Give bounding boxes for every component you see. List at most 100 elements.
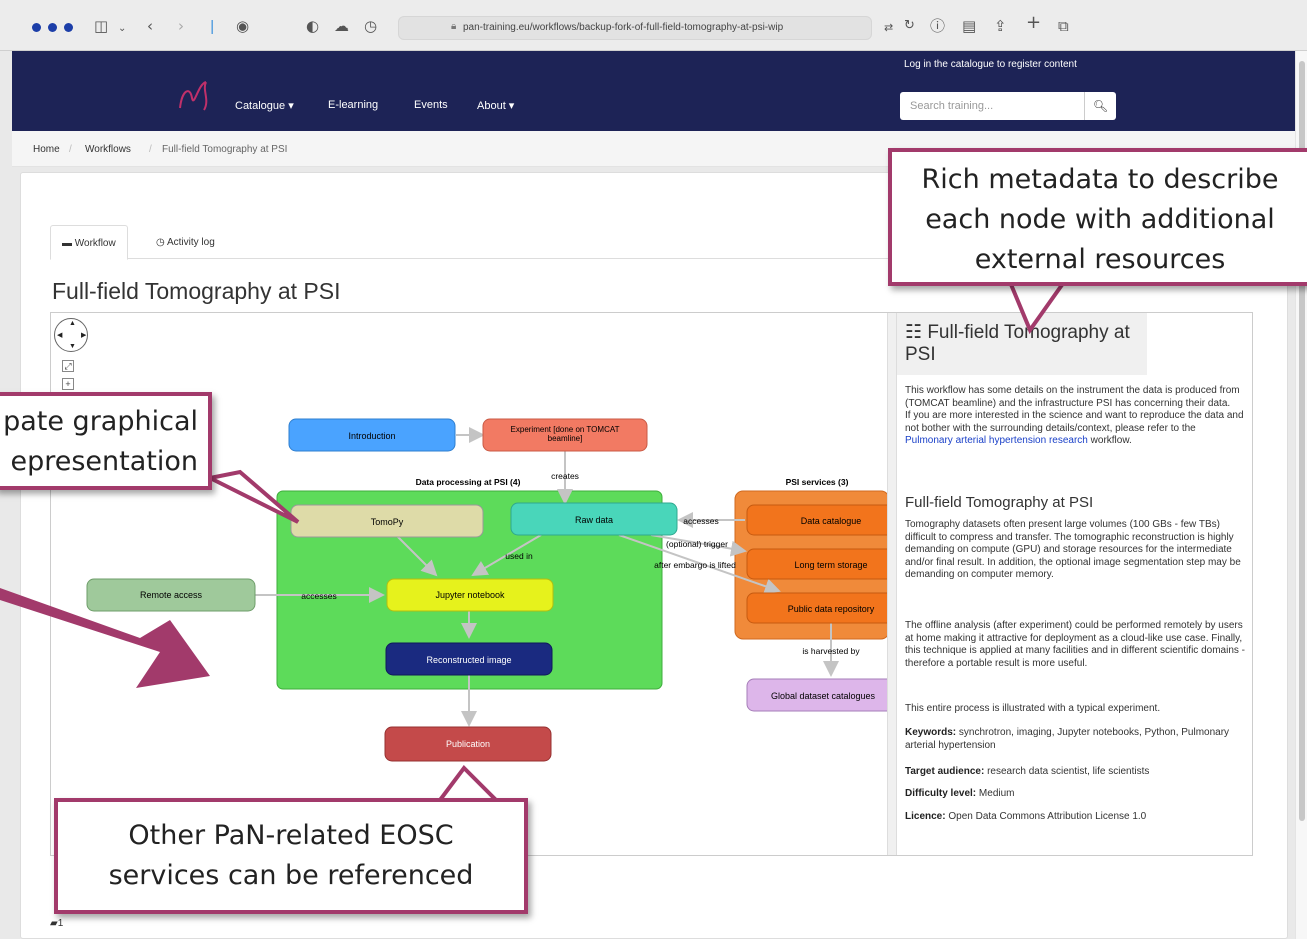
site-logo[interactable]: [176, 78, 216, 112]
difficulty-label: Difficulty level:: [905, 788, 977, 799]
tab-activity-log[interactable]: ◷ Activity log: [145, 225, 226, 260]
info-icon[interactable]: ⓘ: [930, 16, 945, 36]
keywords-label: Keywords:: [905, 727, 957, 738]
clock-icon: ◷: [156, 237, 165, 248]
audience-label: Target audience:: [905, 766, 985, 777]
back-icon[interactable]: ‹: [147, 16, 153, 36]
node-public-repo-label: Public data repository: [788, 604, 875, 614]
callout-metadata: Rich metadata to describe each node with…: [888, 148, 1307, 286]
info-subtitle: Full-field Tomography at PSI: [905, 494, 1094, 511]
url-text: pan-training.eu/workflows/backup-fork-of…: [463, 22, 784, 33]
address-bar[interactable]: 🔒︎ pan-training.eu/workflows/backup-fork…: [398, 16, 872, 40]
forward-icon[interactable]: ›: [178, 16, 184, 36]
callout-services: Other PaN-related EOSC services can be r…: [54, 798, 528, 914]
callout-graphical-line2: epresentation: [10, 446, 198, 477]
info-licence: Licence: Open Data Commons Attribution L…: [905, 811, 1245, 824]
translate-icon[interactable]: ⇄: [884, 18, 893, 38]
bottom-count: 1: [57, 918, 64, 929]
browser-toolbar: ◫ ⌄ ‹ › ǀ ◉ ◐ ☁ ◷ 🔒︎ pan-training.eu/wor…: [0, 0, 1307, 51]
extension-icon[interactable]: ǀ: [210, 16, 214, 36]
breadcrumb-separator: /: [69, 144, 72, 155]
breadcrumb-separator: /: [149, 144, 152, 155]
breadcrumb-workflows[interactable]: Workflows: [85, 144, 131, 155]
history-icon[interactable]: ◷: [364, 16, 377, 36]
nav-events[interactable]: Events: [414, 99, 448, 111]
breadcrumb-home[interactable]: Home: [33, 144, 60, 155]
licence-value: Open Data Commons Attribution License 1.…: [948, 811, 1147, 822]
info-para-3: This entire process is illustrated with …: [905, 703, 1161, 714]
shield-icon[interactable]: ◐: [306, 16, 319, 36]
minimize-window-button[interactable]: [48, 23, 57, 32]
folder-icon: ▬: [62, 238, 72, 249]
tabs-overview-icon[interactable]: ⧉: [1058, 16, 1069, 36]
node-long-term-storage-label: Long term storage: [794, 560, 867, 570]
group-label-processing: Data processing at PSI (4): [416, 477, 521, 487]
node-introduction-label: Introduction: [348, 431, 395, 441]
info-title-text: Full-field Tomography at PSI: [905, 322, 1130, 365]
callout-graphical-line1: pate graphical: [3, 406, 198, 437]
node-global-catalogues-label: Global dataset catalogues: [771, 691, 876, 701]
pan-left-icon[interactable]: ◀: [57, 331, 62, 339]
pan-right-icon[interactable]: ▶: [81, 331, 86, 339]
edge-label-harvested: is harvested by: [802, 646, 860, 656]
zoom-in-icon[interactable]: +: [62, 378, 74, 390]
node-remote-access-label: Remote access: [140, 590, 203, 600]
comments-icon: ▰: [50, 918, 58, 929]
nav-elearning[interactable]: E-learning: [328, 99, 378, 111]
edge-label-after-embargo: after embargo is lifted: [654, 560, 736, 570]
page-title: Full-field Tomography at PSI: [52, 278, 341, 304]
new-tab-icon[interactable]: +: [1026, 13, 1041, 33]
share-icon[interactable]: ⇪: [994, 16, 1007, 36]
password-manager-icon[interactable]: ◉: [236, 16, 249, 36]
pan-control[interactable]: ▲ ▼ ◀ ▶: [54, 318, 88, 352]
pan-down-icon[interactable]: ▼: [69, 343, 76, 350]
login-link[interactable]: Log in the catalogue to register content: [904, 59, 1077, 70]
node-jupyter-label: Jupyter notebook: [435, 590, 505, 600]
tab-label: Activity log: [166, 237, 215, 248]
node-raw-data-label: Raw data: [575, 515, 613, 525]
nav-about[interactable]: About ▾: [477, 99, 514, 112]
cloud-icon[interactable]: ☁: [334, 16, 349, 36]
edge-label-accesses-catalogue: accesses: [683, 516, 718, 526]
search-box[interactable]: Search training... 🔍︎: [900, 92, 1116, 120]
info-difficulty: Difficulty level: Medium: [905, 788, 1245, 801]
panel-resize-handle[interactable]: [887, 313, 897, 855]
info-para-1: Tomography datasets often present large …: [905, 519, 1241, 580]
zoom-window-button[interactable]: [64, 23, 73, 32]
breadcrumb-current: Full-field Tomography at PSI: [162, 144, 288, 155]
info-intro-1: This workflow has some details on the in…: [905, 385, 1240, 409]
chevron-down-icon[interactable]: ⌄: [118, 19, 126, 39]
info-intro-2: If you are more interested in the scienc…: [905, 410, 1244, 434]
info-keywords: Keywords: synchrotron, imaging, Jupyter …: [905, 727, 1245, 752]
tab-workflow[interactable]: ▬ Workflow: [50, 225, 128, 260]
pan-up-icon[interactable]: ▲: [69, 320, 76, 327]
info-title-bar: ☷ Full-field Tomography at PSI: [897, 313, 1147, 375]
close-window-button[interactable]: [32, 23, 41, 32]
sidebar-toggle-icon[interactable]: ◫: [94, 16, 108, 36]
search-input[interactable]: Search training...: [910, 100, 993, 112]
edge-label-used-in: used in: [505, 551, 533, 561]
licence-label: Licence:: [905, 811, 946, 822]
sitemap-icon: ☷: [905, 322, 923, 343]
edge-label-optional-trigger: (optional) trigger: [666, 539, 728, 549]
callout-graphical: pate graphical epresentation: [0, 392, 212, 490]
workflow-link[interactable]: Pulmonary arterial hypertension research: [905, 435, 1088, 446]
group-label-services: PSI services (3): [786, 477, 849, 487]
app-root: ◫ ⌄ ‹ › ǀ ◉ ◐ ☁ ◷ 🔒︎ pan-training.eu/wor…: [0, 0, 1307, 939]
tab-label: Workflow: [74, 238, 116, 249]
difficulty-value: Medium: [978, 788, 1015, 799]
nav-catalogue[interactable]: Catalogue ▾: [235, 99, 294, 112]
site-header: Catalogue ▾ E-learning Events About ▾ Lo…: [12, 51, 1295, 131]
bottom-counter: ▰1: [50, 918, 63, 929]
node-info-panel: ☷ Full-field Tomography at PSI This work…: [897, 313, 1252, 855]
lock-icon: 🔒︎: [451, 21, 457, 32]
info-title: ☷ Full-field Tomography at PSI: [905, 322, 1135, 366]
info-intro-3: workflow.: [1090, 435, 1132, 446]
node-reconstructed-label: Reconstructed image: [426, 655, 511, 665]
fit-icon[interactable]: ⤢: [62, 360, 74, 372]
info-audience: Target audience: research data scientist…: [905, 766, 1245, 779]
edge-label-creates: creates: [551, 471, 579, 481]
reload-icon[interactable]: ↻: [904, 16, 915, 36]
search-icon[interactable]: 🔍︎: [1084, 92, 1116, 120]
reader-icon[interactable]: ▤: [962, 16, 976, 36]
